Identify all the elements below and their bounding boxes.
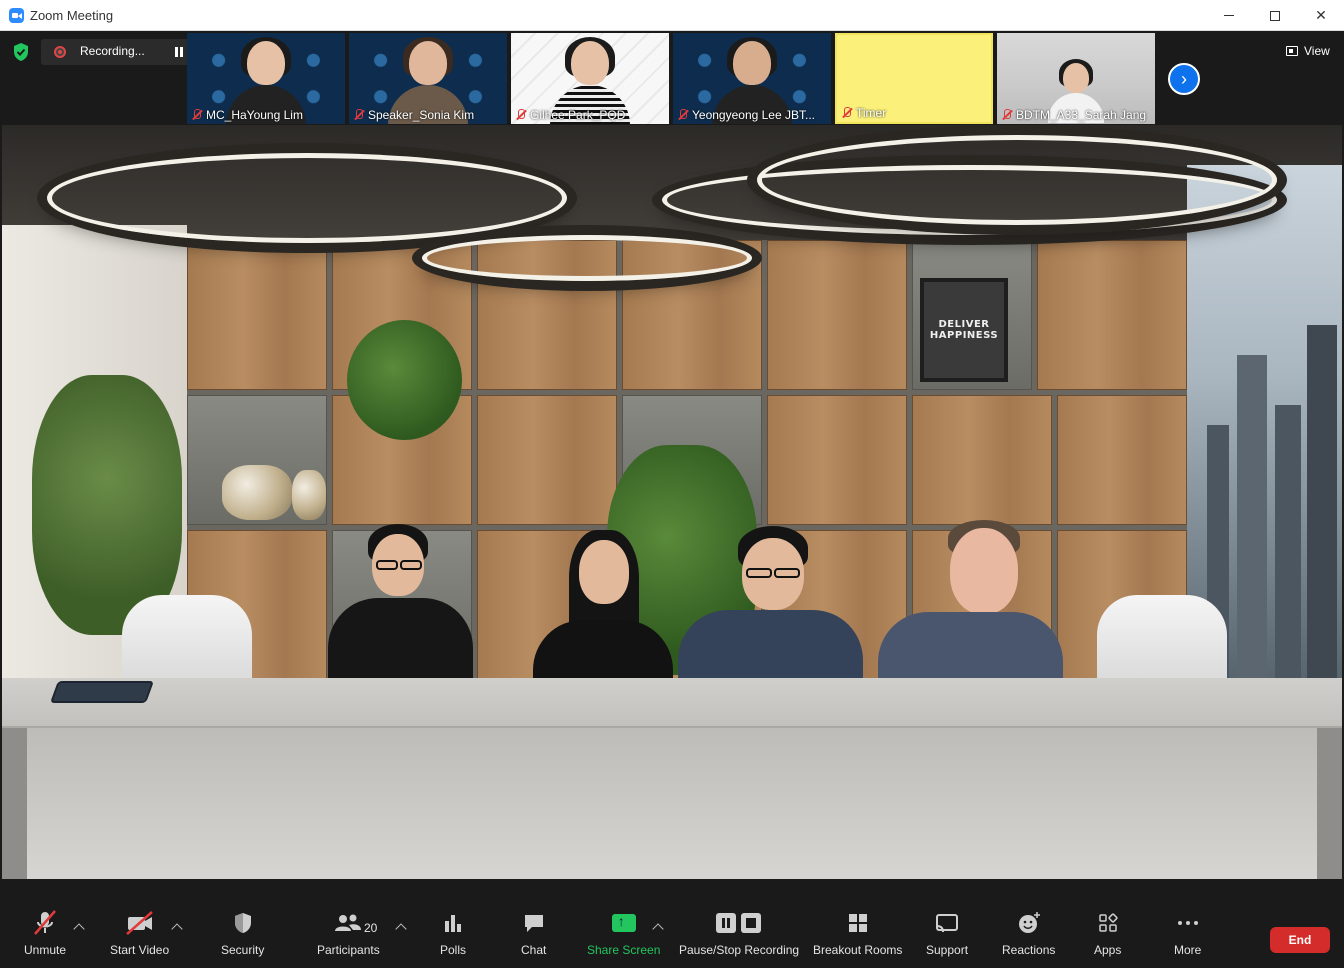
participant-person (878, 520, 1063, 680)
polls-button[interactable]: Polls (440, 909, 466, 957)
share-screen-label: Share Screen (587, 943, 661, 957)
floor-left (2, 728, 27, 879)
next-page-arrow-icon[interactable]: › (1168, 63, 1200, 95)
mic-muted-icon (353, 109, 365, 121)
pause-recording-icon[interactable] (174, 47, 184, 57)
title-bar: Zoom Meeting ✕ (0, 0, 1344, 31)
conference-table (2, 678, 1342, 728)
participant-tile[interactable]: Timer (835, 33, 993, 124)
office-chair (1097, 595, 1227, 690)
recording-label: Recording... (80, 44, 145, 58)
ceiling-light-ring (422, 235, 752, 281)
polls-bar-icon (442, 909, 464, 937)
security-label: Security (221, 943, 265, 957)
ceiling-light-ring (757, 135, 1277, 225)
support-label: Support (926, 943, 969, 957)
apps-icon (1097, 909, 1119, 937)
participant-name: Yeongyeong Lee JBT... (677, 108, 815, 122)
participant-name: MC_HaYoung Lim (191, 108, 303, 122)
video-off-icon (125, 909, 155, 937)
mic-muted-icon (32, 909, 58, 937)
mic-muted-icon (1001, 109, 1013, 121)
participant-tile[interactable]: BDTM_A33_Sarah Jang (997, 33, 1155, 124)
end-meeting-button[interactable]: End (1270, 927, 1330, 953)
mic-muted-icon (677, 109, 689, 121)
chat-label: Chat (521, 943, 547, 957)
participant-tile[interactable]: MC_HaYoung Lim (187, 33, 345, 124)
chat-bubble-icon (522, 909, 546, 937)
breakout-rooms-label: Breakout Rooms (813, 943, 903, 957)
decor-vase (222, 465, 292, 520)
breakout-rooms-icon (847, 909, 869, 937)
floor-right (1317, 728, 1342, 879)
start-video-button[interactable]: Start Video (110, 909, 169, 957)
participant-name: Timer (841, 106, 886, 120)
mic-muted-icon (191, 109, 203, 121)
security-button[interactable]: Security (221, 909, 264, 957)
chat-button[interactable]: Chat (521, 909, 546, 957)
participants-count: 20 (364, 921, 378, 935)
unmute-label: Unmute (24, 943, 67, 957)
more-button[interactable]: More (1174, 909, 1201, 957)
pause-stop-recording-button[interactable]: Pause/Stop Recording (679, 909, 799, 957)
poster-line-2: HAPPINESS (929, 330, 999, 341)
view-button[interactable]: View (1280, 39, 1336, 63)
apps-label: Apps (1094, 943, 1122, 957)
participants-icon (333, 909, 363, 937)
maximize-button[interactable] (1252, 0, 1298, 31)
video-options-chevron-icon[interactable] (171, 923, 183, 935)
minimize-button[interactable] (1206, 0, 1252, 31)
reactions-label: Reactions (1002, 943, 1056, 957)
participants-label: Participants (317, 943, 380, 957)
ceiling-light-ring (47, 153, 567, 243)
polls-label: Polls (440, 943, 467, 957)
participant-person (328, 520, 473, 680)
close-button[interactable]: ✕ (1298, 0, 1344, 31)
poster-line-1: DELIVER (938, 319, 990, 330)
wall-poster: DELIVER HAPPINESS (920, 278, 1008, 382)
more-label: More (1174, 943, 1202, 957)
unmute-button[interactable]: Unmute (24, 909, 66, 957)
apps-button[interactable]: Apps (1094, 909, 1121, 957)
participant-person (533, 520, 673, 680)
conference-table-front (27, 728, 1317, 879)
reactions-button[interactable]: Reactions (1002, 909, 1055, 957)
top-strip: Recording... MC_HaYoung Lim Speaker_Soni… (0, 31, 1344, 124)
mic-muted-icon (515, 109, 527, 121)
conference-tablet (49, 681, 155, 703)
pause-stop-icon (715, 909, 763, 937)
view-layout-icon (1286, 46, 1298, 56)
participant-tile[interactable]: Speaker_Sonia Kim (349, 33, 507, 124)
participant-tile[interactable]: Gilhee Park_PQD (511, 33, 669, 124)
mic-muted-icon (841, 107, 853, 119)
support-button[interactable]: Support (926, 909, 968, 957)
start-video-label: Start Video (110, 943, 170, 957)
office-chair (122, 595, 252, 690)
view-label: View (1304, 44, 1330, 58)
participant-name: Speaker_Sonia Kim (353, 108, 474, 122)
participants-options-chevron-icon[interactable] (395, 923, 407, 935)
security-shield-icon (232, 909, 254, 937)
security-shield-icon[interactable] (12, 42, 30, 62)
participant-person (678, 520, 863, 680)
participant-name: BDTM_A33_Sarah Jang (1001, 108, 1146, 122)
share-screen-icon (611, 909, 636, 937)
participant-name: Gilhee Park_PQD (515, 108, 625, 122)
decor-vase (292, 470, 326, 520)
share-screen-button[interactable]: Share Screen (587, 909, 660, 957)
main-video-stage: DELIVER HAPPINESS (2, 125, 1342, 879)
breakout-rooms-button[interactable]: Breakout Rooms (813, 909, 902, 957)
audio-options-chevron-icon[interactable] (73, 923, 85, 935)
participant-tile[interactable]: Yeongyeong Lee JBT... (673, 33, 831, 124)
meeting-toolbar: Unmute Start Video Security Participants… (0, 879, 1344, 968)
more-dots-icon (1176, 909, 1200, 937)
window-title: Zoom Meeting (30, 8, 114, 23)
participants-in-room (328, 520, 1063, 680)
recording-dot-icon (54, 46, 66, 58)
pause-stop-recording-label: Pause/Stop Recording (679, 943, 800, 957)
plant-shelf (347, 320, 462, 440)
zoom-app-icon (9, 8, 24, 23)
reactions-smiley-icon (1016, 909, 1042, 937)
support-cast-icon (934, 909, 960, 937)
